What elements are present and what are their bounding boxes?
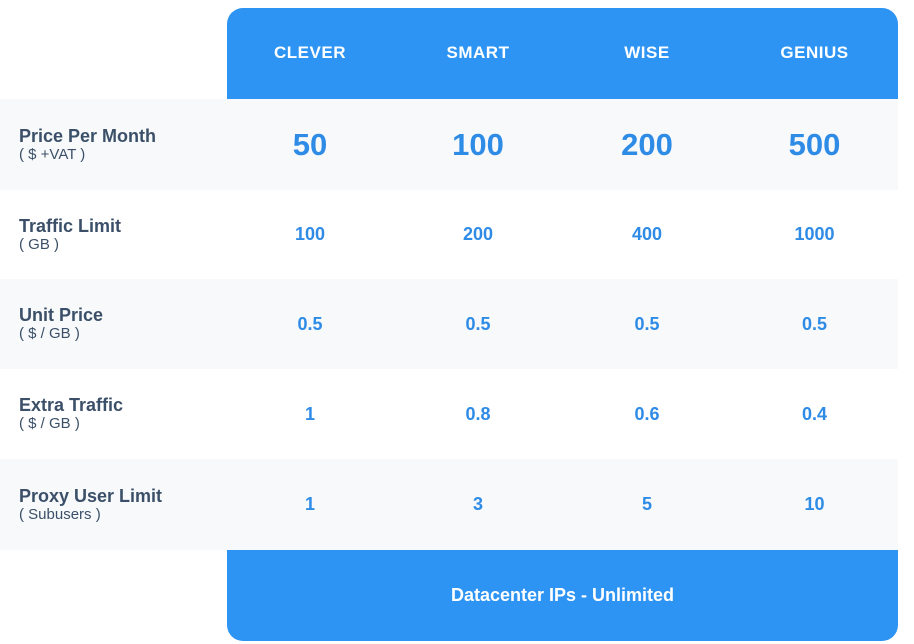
cell-value: 0.5	[634, 313, 660, 334]
plan-header: CLEVER SMART WISE GENIUS	[227, 8, 898, 99]
cell-value: 3	[472, 494, 483, 514]
row-unit: ( Subusers )	[19, 505, 101, 523]
pricing-table: Price Per Month ( $ +VAT ) 50 100 200 50…	[0, 99, 898, 550]
cell-value: 1	[304, 403, 315, 424]
cell-value: 0.5	[297, 313, 323, 334]
row-title: Unit Price	[19, 305, 104, 325]
row-unit: ( $ / GB )	[19, 325, 80, 342]
cell-value: 0.5	[465, 313, 491, 334]
plan-name-wise: WISE	[624, 42, 670, 62]
cell-value: 0.8	[465, 403, 491, 424]
cell-value: 200	[621, 126, 673, 162]
plan-name-genius: GENIUS	[780, 42, 849, 62]
row-unit: ( $ +VAT )	[19, 145, 86, 163]
row-extra-traffic: Extra Traffic ( $ / GB ) 1 0.8 0.6 0.4	[0, 369, 898, 459]
datacenter-ips-footer: Datacenter IPs - Unlimited	[227, 550, 898, 641]
cell-value: 0.5	[801, 313, 828, 334]
cell-value: 100	[294, 224, 326, 244]
row-unit: ( $ / GB )	[19, 415, 80, 432]
cell-value: 0.6	[634, 403, 660, 424]
row-label: Proxy User Limit ( Subusers )	[0, 486, 227, 524]
row-title: Extra Traffic	[19, 395, 124, 415]
plan-name-clever: CLEVER	[274, 42, 346, 62]
cell-value: 500	[788, 126, 841, 162]
cell-value: 100	[452, 126, 504, 162]
row-label: Price Per Month ( $ +VAT )	[0, 126, 227, 164]
row-unit-price: Unit Price ( $ / GB ) 0.5 0.5 0.5 0.5	[0, 279, 898, 369]
row-title: Price Per Month	[19, 125, 157, 146]
cell-value: 1000	[794, 224, 835, 244]
row-traffic-limit: Traffic Limit ( GB ) 100 200 400 1000	[0, 190, 898, 279]
row-label: Extra Traffic ( $ / GB )	[0, 395, 227, 433]
cell-value: 5	[641, 494, 652, 514]
cell-value: 200	[462, 224, 494, 244]
row-title: Proxy User Limit	[19, 485, 163, 506]
row-unit: ( GB )	[19, 235, 59, 253]
cell-value: 1	[304, 494, 315, 514]
row-label: Unit Price ( $ / GB )	[0, 305, 227, 343]
row-proxy-user-limit: Proxy User Limit ( Subusers ) 1 3 5 10	[0, 459, 898, 550]
row-price-per-month: Price Per Month ( $ +VAT ) 50 100 200 50…	[0, 99, 898, 190]
plan-name-smart: SMART	[446, 42, 510, 62]
cell-value: 400	[631, 224, 663, 244]
cell-value: 50	[292, 126, 328, 162]
row-title: Traffic Limit	[19, 215, 122, 236]
row-label: Traffic Limit ( GB )	[0, 216, 227, 254]
cell-value: 0.4	[801, 403, 828, 424]
cell-value: 10	[804, 494, 825, 514]
